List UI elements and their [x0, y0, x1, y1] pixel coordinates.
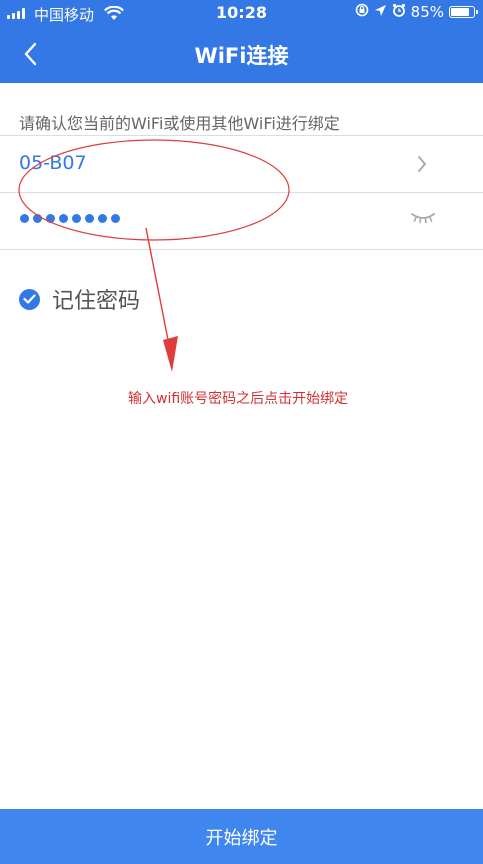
- start-binding-button[interactable]: 开始绑定: [0, 809, 483, 864]
- annotation-arrow-shaft: [145, 227, 171, 351]
- annotation-arrow-head: [163, 336, 178, 372]
- annotation-overlay: [18, 139, 290, 372]
- wifi-connect-screen: 中国移动 10:28 85% WiFi连接 请确认您当前的WiFi或使用其他Wi…: [0, 0, 483, 864]
- annotation-ellipse: [18, 139, 290, 241]
- annotation-text: 输入wifi账号密码之后点击开始绑定: [128, 391, 349, 407]
